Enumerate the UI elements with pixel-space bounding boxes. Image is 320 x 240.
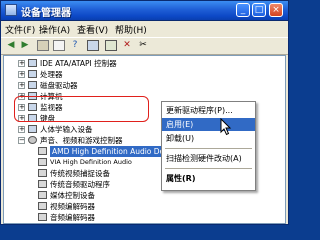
tree-item-label: 媒体控制设备 (50, 191, 95, 200)
tree-item-label: 声音、视频和游戏控制器 (40, 136, 123, 145)
audio-device-icon (38, 169, 47, 177)
audio-device-icon (38, 180, 47, 188)
tree-item-label: VIA High Definition Audio (50, 158, 132, 166)
menu-enable[interactable]: 启用(E) (162, 118, 255, 131)
maximize-button[interactable]: □ (252, 3, 266, 17)
audio-device-icon (38, 213, 47, 221)
close-button[interactable]: × (269, 3, 283, 17)
audio-device-icon (38, 202, 47, 210)
tree-item-label: 处理器 (40, 70, 63, 79)
scan-hardware-icon[interactable] (87, 40, 99, 51)
properties-icon[interactable] (53, 40, 65, 51)
expand-icon[interactable]: + (18, 60, 25, 67)
menu-file[interactable]: 文件(F) (5, 23, 35, 36)
minimize-button[interactable]: _ (236, 3, 250, 17)
mouse-pointer-icon (220, 118, 232, 136)
title-bar[interactable]: 设备管理器 _ □ × (1, 1, 288, 21)
collapse-icon[interactable]: − (18, 137, 25, 144)
tree-item-label: 音频编解码器 (50, 213, 95, 222)
audio-device-icon (38, 158, 47, 166)
audio-device-icon (38, 191, 47, 199)
console-tree-icon[interactable] (37, 40, 49, 51)
menu-bar: 文件(F) 操作(A) 查看(V) 帮助(H) (1, 21, 288, 37)
menu-separator (165, 168, 252, 169)
expand-icon[interactable]: + (18, 82, 25, 89)
menu-properties[interactable]: 属性(R) (162, 172, 255, 185)
menu-update-driver[interactable]: 更新驱动程序(P)... (162, 104, 255, 117)
expand-icon[interactable]: + (18, 71, 25, 78)
back-icon[interactable]: ◀ (5, 40, 17, 51)
device-manager-window: 设备管理器 _ □ × 文件(F) 操作(A) 查看(V) 帮助(H) ◀ ▶ … (0, 0, 289, 225)
window-title: 设备管理器 (21, 8, 71, 19)
menu-uninstall[interactable]: 卸载(U) (162, 132, 255, 145)
menu-view[interactable]: 查看(V) (77, 23, 108, 36)
menu-scan-hardware[interactable]: 扫描检测硬件改动(A) (162, 152, 255, 165)
help-icon[interactable]: ? (69, 40, 81, 51)
tree-item-label: 磁盘驱动器 (40, 81, 78, 90)
update-driver-icon[interactable] (105, 40, 117, 51)
device-icon (28, 70, 37, 78)
expand-icon[interactable]: + (18, 126, 25, 133)
tree-item-label: 传统音频驱动程序 (50, 180, 110, 189)
tree-item-label: 视频编解码器 (50, 202, 95, 211)
tree-item-label: IDE ATA/ATAPI 控制器 (40, 59, 117, 68)
audio-device-icon (38, 147, 47, 155)
device-icon (28, 81, 37, 89)
menu-help[interactable]: 帮助(H) (115, 23, 147, 36)
uninstall-icon[interactable]: ✂ (137, 40, 149, 51)
menu-action[interactable]: 操作(A) (39, 23, 70, 36)
speaker-icon (28, 136, 37, 144)
disable-icon[interactable]: ✕ (121, 40, 133, 51)
tree-item-label: 传统视频捕捉设备 (50, 169, 110, 178)
device-icon (28, 59, 37, 67)
toolbar: ◀ ▶ ? ✕ ✂ (1, 37, 288, 55)
forward-icon[interactable]: ▶ (19, 40, 31, 51)
tree-item-label: 人体学输入设备 (40, 125, 93, 134)
menu-separator (165, 148, 252, 149)
device-icon (28, 125, 37, 133)
device-manager-icon (5, 4, 17, 16)
highlight-annotation (14, 96, 149, 122)
context-menu: 更新驱动程序(P)... 启用(E) 卸载(U) 扫描检测硬件改动(A) 属性(… (161, 101, 256, 191)
